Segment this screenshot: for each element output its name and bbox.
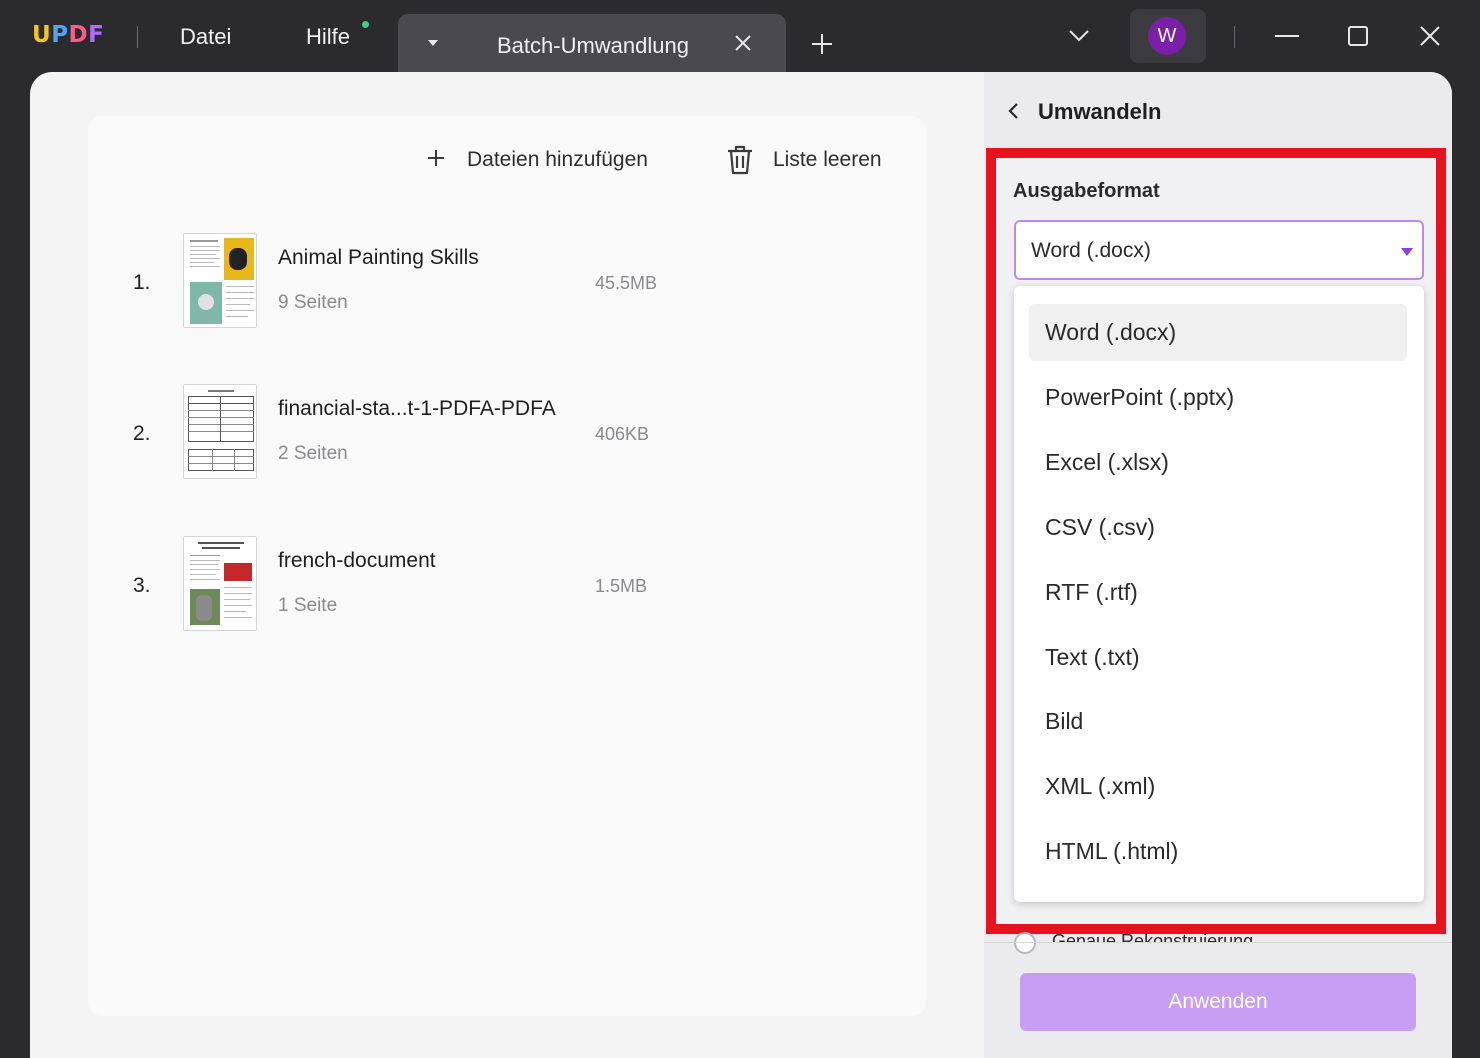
format-option-rtf[interactable]: RTF (.rtf) (1029, 564, 1407, 621)
output-format-select[interactable]: Word (.docx) (1014, 220, 1424, 280)
selected-format: Word (.docx) (1031, 239, 1151, 262)
option-label: HTML (.html) (1045, 838, 1179, 864)
format-option-text[interactable]: Text (.txt) (1029, 629, 1407, 686)
clear-list-label: Liste leeren (773, 148, 882, 171)
highlight-box: Ausgabeformat Word (.docx) Word (.docx) … (986, 148, 1446, 934)
title-bar: UPDF Datei Hilfe Batch-Umwandlung W (0, 0, 1480, 72)
convert-panel: Umwandeln Ausgabeformat Word (.docx) Wor… (984, 72, 1452, 1058)
format-option-csv[interactable]: CSV (.csv) (1029, 499, 1407, 556)
list-item[interactable]: 1. Animal Painting Skills 9 Seiten 45.5M… (88, 233, 926, 333)
logo-letter-f: F (88, 22, 105, 48)
minimize-icon[interactable] (1274, 24, 1300, 50)
main-area: Dateien hinzufügen Liste leeren 1. Anima… (30, 72, 1452, 1058)
file-pages: 1 Seite (278, 595, 338, 616)
file-name: financial-sta...t-1-PDFA-PDFA (278, 397, 556, 420)
file-thumbnail (183, 384, 257, 479)
maximize-icon[interactable] (1346, 24, 1372, 50)
option-label: PowerPoint (.pptx) (1045, 384, 1235, 410)
file-name: Animal Painting Skills (278, 246, 479, 269)
panel-divider (984, 942, 1452, 943)
tab-title: Batch-Umwandlung (497, 33, 689, 58)
file-size: 1.5MB (595, 576, 648, 596)
avatar[interactable]: W (1148, 17, 1186, 55)
close-tab-icon[interactable] (732, 32, 754, 54)
file-number: 3. (133, 574, 151, 597)
plus-icon (428, 150, 444, 166)
menu-help[interactable]: Hilfe (306, 24, 350, 50)
file-name: french-document (278, 549, 436, 572)
file-size: 406KB (595, 424, 650, 444)
option-label: XML (.xml) (1045, 773, 1156, 799)
close-window-icon[interactable] (1418, 24, 1444, 50)
file-number: 1. (133, 271, 151, 294)
add-tab-icon[interactable] (810, 32, 834, 56)
back-arrow-icon[interactable] (1006, 102, 1022, 120)
title-divider (137, 26, 138, 48)
option-label: Bild (1045, 708, 1084, 734)
title-divider (1234, 26, 1235, 48)
option-label: Text (.txt) (1045, 644, 1140, 670)
option-label: CSV (.csv) (1045, 514, 1155, 540)
format-option-powerpoint[interactable]: PowerPoint (.pptx) (1029, 369, 1407, 426)
format-option-image[interactable]: Bild (1029, 693, 1407, 750)
panel-title: Umwandeln (1038, 99, 1162, 124)
add-files-label: Dateien hinzufügen (467, 148, 648, 171)
tab-dropdown-icon[interactable] (428, 40, 438, 46)
format-dropdown: Word (.docx) PowerPoint (.pptx) Excel (.… (1014, 286, 1424, 902)
menu-file[interactable]: Datei (180, 24, 231, 50)
logo-letter-p: P (51, 22, 69, 48)
format-option-excel[interactable]: Excel (.xlsx) (1029, 434, 1407, 491)
option-label: Word (.docx) (1045, 319, 1177, 345)
list-item[interactable]: 2. financial-sta...t-1-PDFA-PDFA 2 Seite… (88, 384, 926, 484)
option-label: Excel (.xlsx) (1045, 449, 1169, 475)
trash-icon (728, 145, 752, 175)
updf-logo: UPDF (32, 22, 104, 48)
file-thumbnail (183, 536, 257, 631)
format-option-word[interactable]: Word (.docx) (1029, 304, 1407, 361)
file-pages: 2 Seiten (278, 443, 348, 464)
chevron-down-icon[interactable] (1068, 28, 1090, 44)
apply-button[interactable]: Anwenden (1020, 973, 1416, 1031)
format-option-html[interactable]: HTML (.html) (1029, 823, 1407, 880)
list-item[interactable]: 3. french-document 1 Seite 1.5MB (88, 536, 926, 636)
caret-down-icon (1401, 248, 1413, 256)
reconstruction-radio[interactable] (1014, 932, 1036, 954)
logo-letter-d: D (68, 22, 89, 48)
account-button[interactable]: W (1130, 9, 1206, 63)
file-list-panel: Dateien hinzufügen Liste leeren 1. Anima… (88, 116, 926, 1016)
file-size: 45.5MB (595, 273, 658, 293)
file-number: 2. (133, 422, 151, 445)
format-option-xml[interactable]: XML (.xml) (1029, 758, 1407, 815)
file-pages: 9 Seiten (278, 292, 348, 313)
output-format-label: Ausgabeformat (1013, 180, 1160, 202)
notification-dot (362, 21, 369, 28)
tab-batch-conversion[interactable]: Batch-Umwandlung (398, 14, 786, 72)
logo-letter-u: U (32, 22, 52, 48)
option-label: RTF (.rtf) (1045, 579, 1138, 605)
file-thumbnail (183, 233, 257, 328)
